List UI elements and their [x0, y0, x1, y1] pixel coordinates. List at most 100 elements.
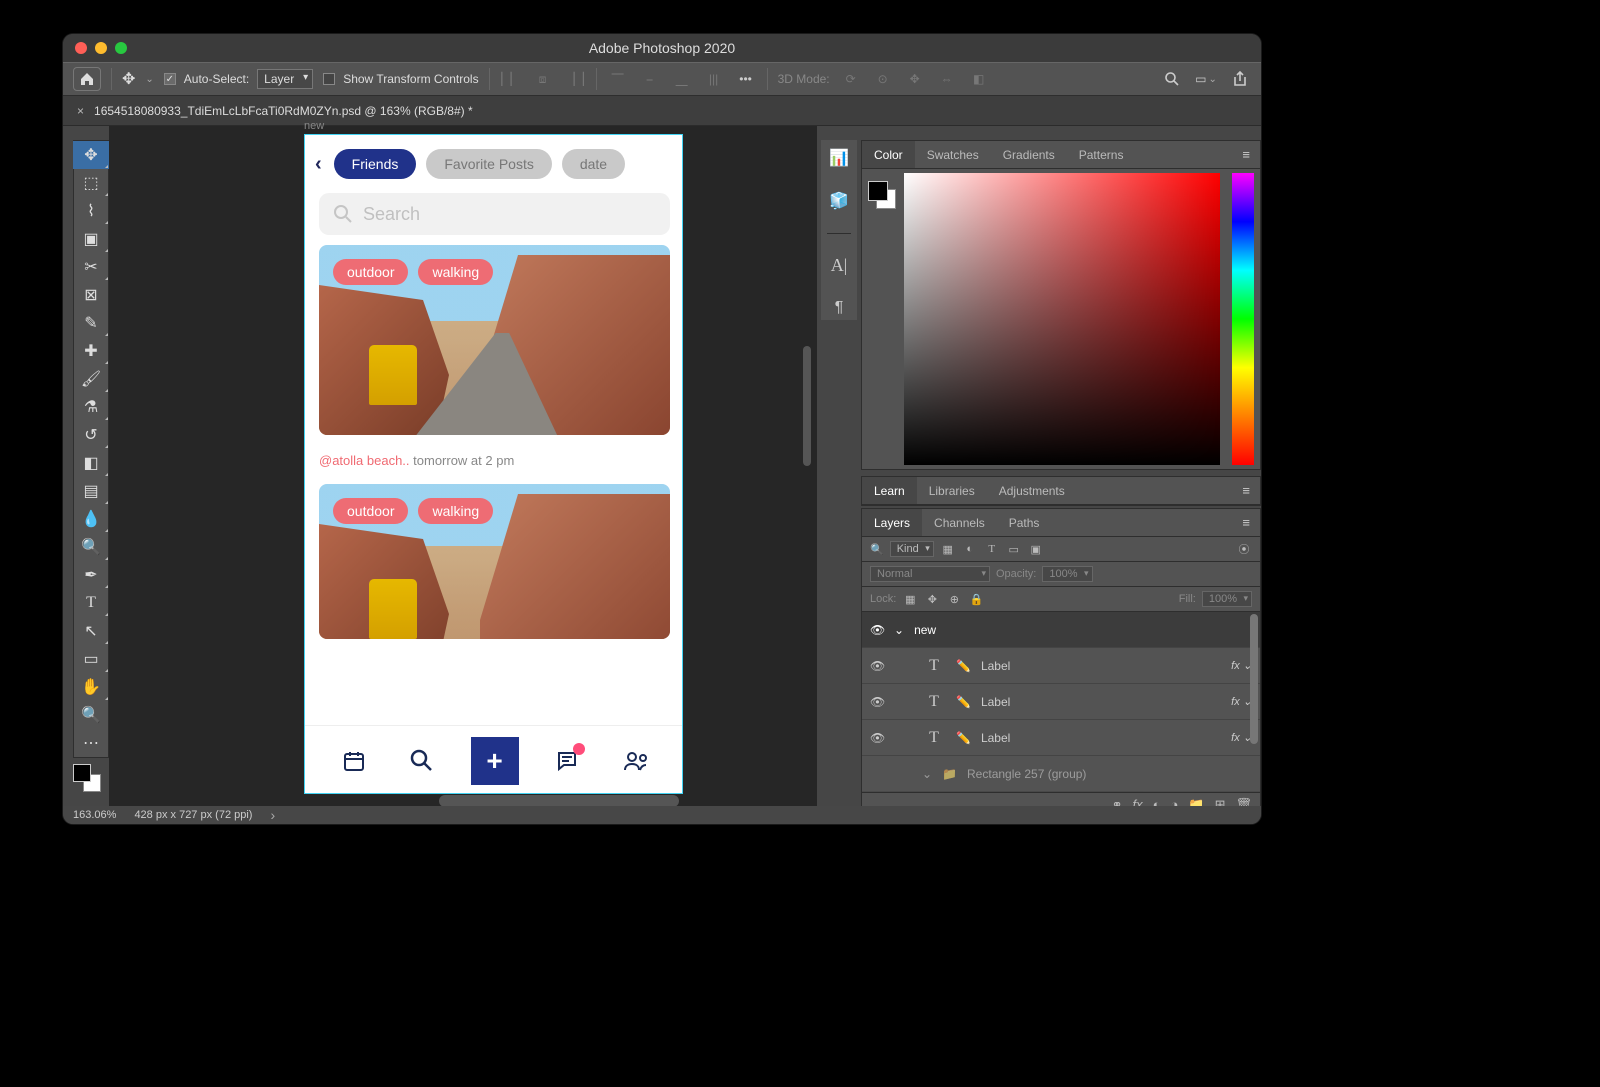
search-icon[interactable]	[1161, 68, 1183, 90]
filter-pixel-icon[interactable]: ▦	[940, 543, 956, 556]
hand-tool[interactable]: ✋	[73, 673, 109, 701]
3d-icon[interactable]: 🧊	[829, 189, 849, 212]
lock-artboard-icon[interactable]: ⊕	[946, 593, 962, 606]
path-select-tool[interactable]: ↖	[73, 617, 109, 645]
learn-panel-menu-icon[interactable]: ≡	[1232, 477, 1260, 504]
nav-search-icon[interactable]	[402, 741, 442, 781]
close-document-icon[interactable]: ×	[77, 104, 84, 118]
mock-search-field[interactable]: Search	[319, 193, 670, 235]
lock-pixels-icon[interactable]: ▦	[902, 593, 918, 606]
pen-tool[interactable]: ✒	[73, 561, 109, 589]
layer-fx-icon[interactable]: fx ⌄	[1231, 659, 1252, 672]
dodge-tool[interactable]: 🔍	[73, 533, 109, 561]
align-center-h-icon[interactable]: ⧈	[532, 68, 554, 90]
3d-slide-icon[interactable]: ⇔	[936, 68, 958, 90]
align-bottom-icon[interactable]: ⎽	[671, 68, 693, 90]
filter-shape-icon[interactable]: ▭	[1006, 543, 1022, 556]
visibility-icon[interactable]: 👁	[870, 623, 884, 637]
type-tool[interactable]: T	[73, 589, 109, 617]
layers-scrollbar[interactable]	[1250, 614, 1258, 744]
workspace-switcher-icon[interactable]: ▭ ⌄	[1195, 68, 1217, 90]
color-field[interactable]	[904, 173, 1220, 465]
histogram-icon[interactable]: 📊	[829, 146, 849, 169]
foreground-background-swatch[interactable]	[73, 764, 101, 792]
marquee-tool[interactable]: ⬚	[73, 169, 109, 197]
layer-row[interactable]: 👁 T ✏️ Label fx ⌄	[862, 648, 1260, 684]
post-card-2[interactable]: outdoor walking	[319, 484, 670, 639]
zoom-window-button[interactable]	[115, 42, 127, 54]
lasso-tool[interactable]: ⌇	[73, 197, 109, 225]
layer-row[interactable]: ⌄ 📁 Rectangle 257 (group)	[862, 756, 1260, 792]
tag-outdoor-2[interactable]: outdoor	[333, 498, 408, 524]
layer-fx-icon[interactable]: fx ⌄	[1231, 695, 1252, 708]
home-button[interactable]	[73, 67, 101, 91]
filter-type-icon[interactable]: T	[984, 543, 1000, 555]
gradient-tool[interactable]: ▤	[73, 477, 109, 505]
filter-adjust-icon[interactable]: ◐	[962, 543, 978, 555]
tab-paths[interactable]: Paths	[997, 509, 1052, 536]
tab-color[interactable]: Color	[862, 141, 915, 168]
close-window-button[interactable]	[75, 42, 87, 54]
post-card-1[interactable]: outdoor walking	[319, 245, 670, 435]
layer-fx-icon[interactable]: fx ⌄	[1231, 731, 1252, 744]
auto-select-dropdown[interactable]: Layer	[257, 69, 313, 89]
tab-layers[interactable]: Layers	[862, 509, 922, 536]
lock-all-icon[interactable]: 🔒	[968, 593, 984, 606]
tag-outdoor[interactable]: outdoor	[333, 259, 408, 285]
layer-filter-dropdown[interactable]: Kind	[890, 541, 934, 557]
character-icon[interactable]: A|	[831, 253, 848, 276]
align-right-icon[interactable]: ▕▕	[564, 68, 586, 90]
3d-pan-icon[interactable]: ✥	[904, 68, 926, 90]
layers-panel-menu-icon[interactable]: ≡	[1232, 509, 1260, 536]
tab-patterns[interactable]: Patterns	[1067, 141, 1136, 168]
nav-add-button[interactable]: +	[471, 737, 519, 785]
filter-toggle-icon[interactable]: ⦿	[1236, 541, 1252, 557]
nav-people-icon[interactable]	[616, 741, 656, 781]
history-brush-tool[interactable]: ↺	[73, 421, 109, 449]
tool-preset-chevron[interactable]: ⌄	[145, 74, 153, 85]
layer-group-row[interactable]: 👁 ⌄ new	[862, 612, 1260, 648]
3d-roll-icon[interactable]: ⊙	[872, 68, 894, 90]
minimize-window-button[interactable]	[95, 42, 107, 54]
doc-info[interactable]: 428 px x 727 px (72 ppi)	[134, 809, 252, 821]
more-options-icon[interactable]: •••	[735, 68, 757, 90]
tag-walking[interactable]: walking	[418, 259, 493, 285]
share-icon[interactable]	[1229, 68, 1251, 90]
frame-tool[interactable]: ⊠	[73, 281, 109, 309]
panel-menu-icon[interactable]: ≡	[1232, 141, 1260, 168]
auto-select-checkbox[interactable]: ✓	[164, 73, 176, 85]
eraser-tool[interactable]: ◧	[73, 449, 109, 477]
crop-tool[interactable]: ✂	[73, 253, 109, 281]
opacity-value[interactable]: 100%	[1042, 566, 1092, 582]
doc-info-chevron[interactable]: ›	[270, 807, 275, 823]
eyedropper-tool[interactable]: ✎	[73, 309, 109, 337]
nav-calendar-icon[interactable]	[334, 741, 374, 781]
align-middle-icon[interactable]: ⎯	[639, 68, 661, 90]
expand-icon[interactable]: ⌄	[894, 623, 904, 637]
show-transform-checkbox[interactable]	[323, 73, 335, 85]
caption-link[interactable]: @atolla beach..	[319, 453, 410, 468]
tab-swatches[interactable]: Swatches	[915, 141, 991, 168]
document-tab[interactable]: × 1654518080933_TdiEmLcLbFcaTi0RdM0ZYn.p…	[63, 96, 1261, 126]
chip-favorite[interactable]: Favorite Posts	[426, 149, 551, 179]
shape-tool[interactable]: ▭	[73, 645, 109, 673]
clone-stamp-tool[interactable]: ⚗	[73, 393, 109, 421]
lock-position-icon[interactable]: ✥	[924, 593, 940, 606]
tab-libraries[interactable]: Libraries	[917, 477, 987, 504]
zoom-tool[interactable]: 🔍	[73, 701, 109, 729]
panel-fg-bg-swatch[interactable]	[868, 181, 896, 209]
blur-tool[interactable]: 💧	[73, 505, 109, 533]
filter-smart-icon[interactable]: ▣	[1028, 543, 1044, 556]
canvas[interactable]: new ‹ Friends Favorite Posts date Search	[109, 126, 817, 806]
visibility-icon[interactable]: 👁	[870, 659, 884, 673]
artboard[interactable]: ‹ Friends Favorite Posts date Search	[304, 134, 683, 794]
chip-friends[interactable]: Friends	[334, 149, 417, 179]
paragraph-icon[interactable]: ¶	[835, 297, 844, 320]
tab-gradients[interactable]: Gradients	[991, 141, 1067, 168]
tab-learn[interactable]: Learn	[862, 477, 917, 504]
edit-toolbar[interactable]: ⋯	[73, 729, 109, 757]
move-tool[interactable]: ✥	[73, 141, 109, 169]
brush-tool[interactable]: 🖌	[73, 365, 109, 393]
distribute-icon[interactable]: |||	[703, 68, 725, 90]
chip-date[interactable]: date	[562, 149, 625, 179]
